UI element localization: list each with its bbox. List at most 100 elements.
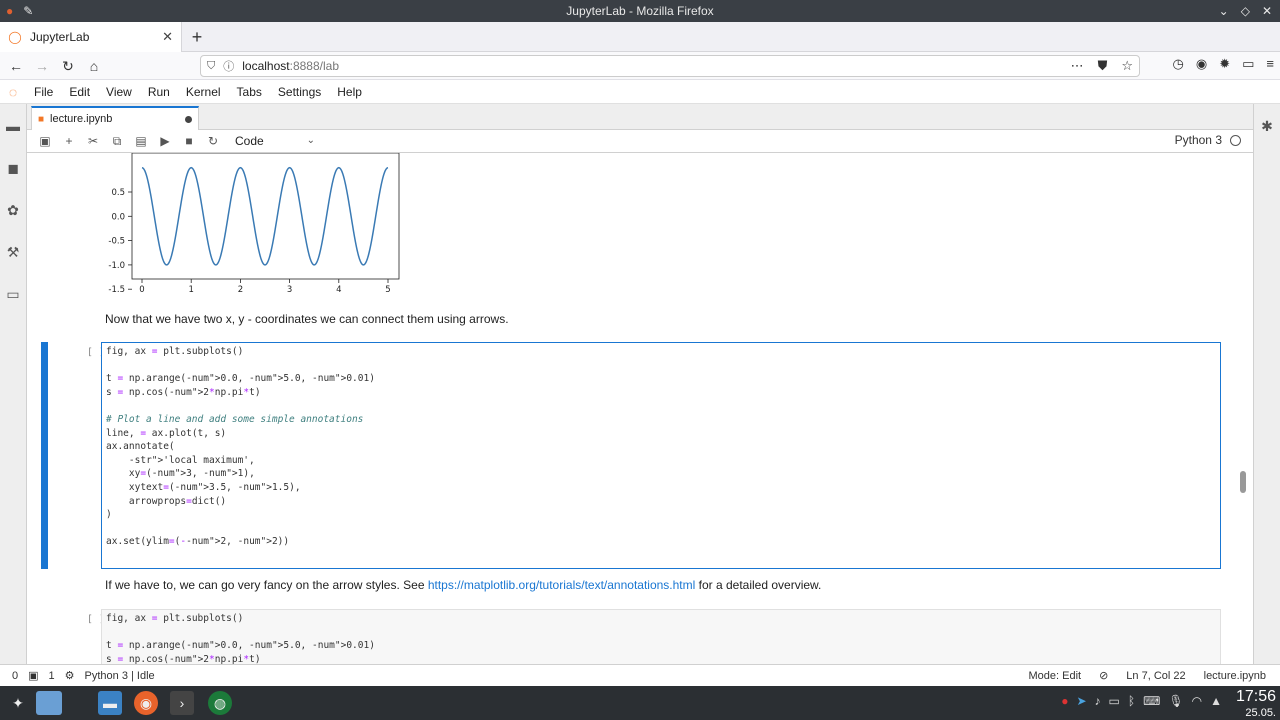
menu-help[interactable]: Help xyxy=(329,85,370,99)
history-icon[interactable]: ◷ xyxy=(1173,56,1184,72)
code-line[interactable] xyxy=(102,359,1220,373)
code-editor[interactable]: fig, ax = plt.subplots() t = np.arange(-… xyxy=(101,342,1221,569)
code-line[interactable]: line, = ax.plot(t, s) xyxy=(102,427,1220,441)
cursor-position[interactable]: Ln 7, Col 22 xyxy=(1126,670,1185,682)
home-icon[interactable]: ⌂ xyxy=(84,56,104,76)
minimize-icon[interactable]: ⌄ xyxy=(1219,0,1229,22)
telegram-icon[interactable]: ➤ xyxy=(1076,694,1086,708)
code-line[interactable]: ) xyxy=(102,508,1220,522)
code-line[interactable]: ax.annotate( xyxy=(102,440,1220,454)
vertical-scrollbar[interactable] xyxy=(1239,153,1247,664)
keyboard-icon[interactable]: ⌨ xyxy=(1143,694,1160,708)
hamburger-menu-icon[interactable]: ≡ xyxy=(1266,56,1274,72)
menu-tabs[interactable]: Tabs xyxy=(229,85,270,99)
maximize-icon[interactable]: ◇ xyxy=(1241,0,1250,22)
tabs-icon[interactable]: ▭ xyxy=(4,286,22,304)
debugger-icon[interactable]: ✱ xyxy=(1258,118,1276,136)
terminal-app-icon[interactable]: › xyxy=(170,691,194,715)
add-cell-icon[interactable]: + xyxy=(61,133,77,149)
folder-icon[interactable]: ▬ xyxy=(4,118,22,136)
pocket-icon[interactable]: ⛊ xyxy=(1098,58,1108,74)
firefox-icon[interactable]: ◉ xyxy=(134,691,158,715)
reload-icon[interactable]: ↻ xyxy=(58,56,78,76)
wifi-icon[interactable]: ◠ xyxy=(1192,694,1202,708)
back-icon[interactable]: ← xyxy=(6,56,26,76)
markdown-cell-2[interactable]: If we have to, we can go very fancy on t… xyxy=(105,578,821,592)
terminal-icon[interactable]: ▣ xyxy=(28,669,38,682)
app-menu-icon[interactable]: ● xyxy=(6,0,13,22)
menu-edit[interactable]: Edit xyxy=(61,85,98,99)
menu-kernel[interactable]: Kernel xyxy=(178,85,229,99)
code-line[interactable]: fig, ax = plt.subplots() xyxy=(102,345,1220,359)
record-icon[interactable]: ● xyxy=(1061,694,1068,708)
url-bar[interactable]: ⛉ ⓘ localhost:8888/lab ⋯ ⛊ ☆ xyxy=(200,55,1140,77)
code-line[interactable]: arrowprops=dict() xyxy=(102,495,1220,509)
status-count-zero[interactable]: 0 xyxy=(12,670,18,682)
globe-app-icon[interactable]: ◍ xyxy=(208,691,232,715)
code-line[interactable]: t = np.arange(-num">0.0, -num">5.0, -num… xyxy=(102,372,1220,386)
markdown-cell-1[interactable]: Now that we have two x, y - coordinates … xyxy=(105,312,509,326)
code-cell-active[interactable]: [ ]: fig, ax = plt.subplots() t = np.ara… xyxy=(41,342,1221,569)
start-menu-icon[interactable]: ✦ xyxy=(6,691,30,715)
run-icon[interactable]: ▶ xyxy=(157,133,173,149)
menu-file[interactable]: File xyxy=(26,85,61,99)
kernel-gear-icon[interactable]: ⚙ xyxy=(65,669,75,682)
browser-tab[interactable]: ◯ JupyterLab ✕ xyxy=(0,22,182,52)
sidebar-icon[interactable]: ▭ xyxy=(1242,56,1254,72)
new-tab-icon[interactable]: + xyxy=(186,26,208,48)
code-line[interactable]: xy=(-num">3, -num">1), xyxy=(102,467,1220,481)
scrollbar-thumb[interactable] xyxy=(1240,471,1246,493)
close-tab-icon[interactable]: ✕ xyxy=(162,29,173,45)
shield-icon[interactable]: ⛉ xyxy=(207,60,215,73)
clock[interactable]: 17:56 25.05. xyxy=(1236,687,1276,719)
code-line[interactable]: ax.set(ylim=(--num">2, -num">2)) xyxy=(102,535,1220,549)
code-line[interactable] xyxy=(102,399,1220,413)
extensions-icon[interactable]: ✹ xyxy=(1219,56,1230,72)
status-count-one[interactable]: 1 xyxy=(49,670,55,682)
bluetooth-icon[interactable]: ᛒ xyxy=(1128,694,1135,708)
forward-icon[interactable]: → xyxy=(32,56,52,76)
code-line[interactable]: t = np.arange(-num">0.0, -num">5.0, -num… xyxy=(102,639,1220,653)
close-window-icon[interactable]: ✕ xyxy=(1262,0,1272,22)
stop-icon[interactable]: ■ xyxy=(181,133,197,149)
desktop-icon[interactable] xyxy=(36,691,62,715)
code-line[interactable]: fig, ax = plt.subplots() xyxy=(102,612,1220,626)
code-line[interactable]: s = np.cos(-num">2*np.pi*t) xyxy=(102,386,1220,400)
code-line[interactable] xyxy=(102,522,1220,536)
code-line[interactable]: -str">'local maximum', xyxy=(102,454,1220,468)
kernel-indicator[interactable]: Python 3 xyxy=(1175,133,1241,147)
paste-icon[interactable]: ▤ xyxy=(133,133,149,149)
code-editor[interactable]: fig, ax = plt.subplots() t = np.arange(-… xyxy=(101,609,1221,664)
page-actions-icon[interactable]: ⋯ xyxy=(1071,58,1084,74)
volume-icon[interactable]: ♪ xyxy=(1095,694,1101,708)
bug-icon[interactable]: ⊘ xyxy=(1099,669,1108,682)
code-line[interactable]: # Plot a line and add some simple annota… xyxy=(102,413,1220,427)
mic-icon[interactable]: 🎙 xyxy=(1168,694,1183,708)
tray-expand-icon[interactable]: ▲ xyxy=(1210,694,1222,708)
notebook-tab[interactable]: ■ lecture.ipynb xyxy=(31,106,199,130)
wrench-icon[interactable]: ⚒ xyxy=(4,244,22,262)
running-icon[interactable]: ◼ xyxy=(4,160,22,178)
menu-settings[interactable]: Settings xyxy=(270,85,329,99)
info-icon[interactable]: ⓘ xyxy=(223,58,234,74)
battery-icon[interactable]: ▭ xyxy=(1109,694,1120,708)
kernel-status[interactable]: Python 3 | Idle xyxy=(85,670,155,682)
code-line[interactable] xyxy=(102,626,1220,640)
save-icon[interactable]: ▣ xyxy=(37,133,53,149)
menu-view[interactable]: View xyxy=(98,85,140,99)
code-line[interactable]: xytext=(-num">3.5, -num">1.5), xyxy=(102,481,1220,495)
unsaved-dot-icon[interactable] xyxy=(185,115,192,123)
menu-run[interactable]: Run xyxy=(140,85,178,99)
palette-icon[interactable]: ✿ xyxy=(4,202,22,220)
code-cell[interactable]: [ ]: fig, ax = plt.subplots() t = np.ara… xyxy=(41,609,1221,664)
code-line[interactable]: s = np.cos(-num">2*np.pi*t) xyxy=(102,653,1220,664)
cut-icon[interactable]: ✂ xyxy=(85,133,101,149)
annotations-link[interactable]: https://matplotlib.org/tutorials/text/an… xyxy=(428,578,695,592)
cell-type-select[interactable]: Code ⌄ xyxy=(235,132,315,150)
pin-icon[interactable]: ✎ xyxy=(23,0,33,22)
restart-icon[interactable]: ↻ xyxy=(205,133,221,149)
account-icon[interactable]: ◉ xyxy=(1196,56,1207,72)
copy-icon[interactable]: ⧉ xyxy=(109,133,125,149)
bookmark-star-icon[interactable]: ☆ xyxy=(1121,58,1133,74)
file-manager-icon[interactable]: ▬ xyxy=(98,691,122,715)
